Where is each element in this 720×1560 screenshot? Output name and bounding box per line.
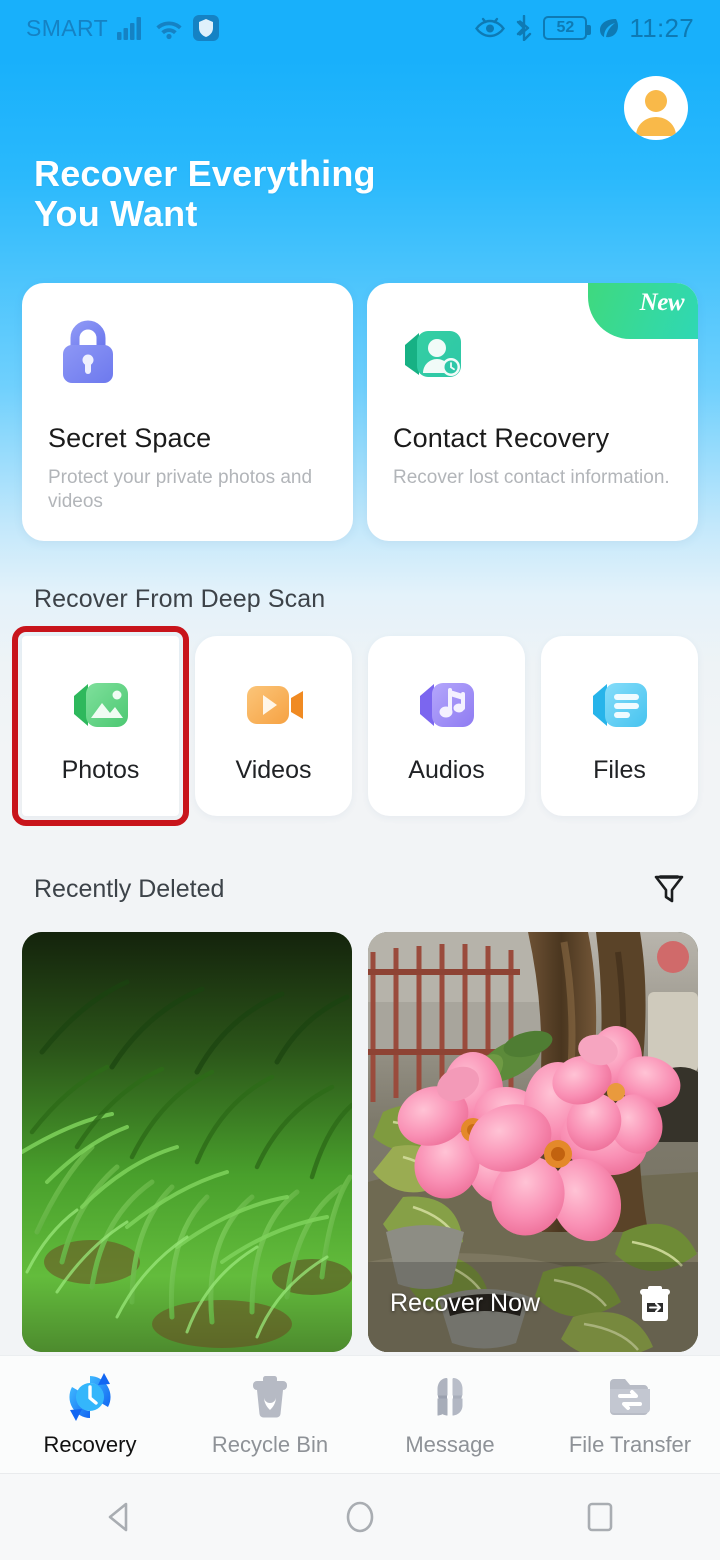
signal-bars-icon (117, 16, 145, 40)
hero-line-1: Recover Everything (34, 153, 376, 194)
tab-label: Message (405, 1432, 495, 1457)
audios-icon (410, 668, 484, 742)
back-triangle-icon[interactable] (77, 1474, 163, 1560)
battery-level-label: 52 (556, 19, 575, 36)
feature-card-subtitle: Protect your private photos and videos (48, 466, 313, 513)
power-saving-leaf-icon (597, 16, 619, 40)
videos-icon (237, 668, 311, 742)
status-badge: New (588, 282, 698, 339)
battery-icon: 52 (543, 16, 592, 40)
carrier-label: SMART (26, 14, 109, 41)
deep-scan-tile-label: Files (593, 755, 646, 784)
tab-label: File Transfer (568, 1432, 692, 1457)
deep-scan-tile-label: Audios (408, 755, 485, 784)
grass-photo (22, 932, 352, 1352)
photo-overlay: Recover Now (368, 1268, 698, 1352)
bottom-tab-bar: Recovery Recycle Bin Message File Transf… (0, 1355, 720, 1473)
status-bar-right: 52 11:27 (475, 13, 694, 44)
recently-deleted-title: Recently Deleted (34, 874, 225, 903)
recently-deleted-header: Recently Deleted (0, 816, 720, 906)
tab-recycle-bin[interactable]: Recycle Bin (180, 1371, 360, 1458)
feature-card-secret-space[interactable]: Secret Space Protect your private photos… (22, 282, 353, 541)
restore-trash-icon[interactable] (634, 1282, 676, 1324)
app-header: Recover Everything You Want (0, 56, 720, 235)
deep-scan-tile-label: Photos (61, 755, 140, 784)
tab-label: Recycle Bin (211, 1432, 329, 1457)
system-navigation-bar (0, 1473, 720, 1560)
deep-scan-tile-audios[interactable]: Audios (368, 636, 525, 816)
tab-message[interactable]: Message (360, 1371, 540, 1458)
user-avatar-icon (636, 90, 676, 136)
recents-square-icon[interactable] (557, 1474, 643, 1560)
feature-cards: Secret Space Protect your private photos… (0, 235, 720, 541)
recently-deleted-thumbnails: Recover Now (0, 906, 720, 1352)
recently-deleted-item[interactable] (22, 932, 352, 1352)
files-icon (583, 668, 657, 742)
message-clover-icon (424, 1371, 476, 1423)
deep-scan-tile-videos[interactable]: Videos (195, 636, 352, 816)
avatar[interactable] (624, 76, 688, 140)
deep-scan-tile-label: Videos (235, 755, 312, 784)
photos-icon (64, 668, 138, 742)
bluetooth-icon (515, 15, 533, 41)
feature-card-contact-recovery[interactable]: New Contact Recovery Recover lost contac… (367, 282, 698, 541)
page-title: Recover Everything You Want (34, 153, 686, 235)
file-transfer-icon (604, 1371, 656, 1423)
contact-recovery-icon (393, 313, 473, 393)
hero-line-2: You Want (34, 193, 198, 235)
recovery-clock-icon (64, 1371, 116, 1423)
clock-label: 11:27 (629, 12, 694, 43)
tab-recovery[interactable]: Recovery (0, 1371, 180, 1458)
deep-scan-tile-photos[interactable]: Photos (12, 626, 189, 826)
status-bar-left: SMART (26, 14, 220, 42)
eye-comfort-icon (475, 16, 506, 40)
tab-label: Recovery (43, 1432, 137, 1457)
deep-scan-section-title: Recover From Deep Scan (34, 585, 326, 613)
feature-card-title: Contact Recovery (393, 422, 610, 453)
deep-scan-tiles: Photos Videos Audios Files (0, 614, 720, 826)
feature-card-title: Secret Space (48, 422, 212, 453)
status-bar: SMART 52 11:27 (0, 0, 720, 56)
recently-deleted-item[interactable]: Recover Now (368, 932, 698, 1352)
recycle-bin-icon (244, 1371, 296, 1423)
app-screen: SMART 52 11:27 Recover Everything You Wa… (0, 0, 720, 1560)
tab-file-transfer[interactable]: File Transfer (540, 1371, 720, 1458)
home-circle-icon[interactable] (317, 1474, 403, 1560)
feature-card-subtitle: Recover lost contact information. (393, 466, 670, 488)
vpn-shield-icon (193, 15, 220, 41)
lock-icon (48, 313, 128, 393)
wifi-icon (154, 16, 184, 40)
filter-funnel-icon[interactable] (652, 872, 686, 906)
app-content: Recover Everything You Want Secret Space… (0, 56, 720, 1355)
deep-scan-tile-files[interactable]: Files (541, 636, 698, 816)
recover-now-button[interactable]: Recover Now (390, 1289, 540, 1318)
new-badge-label: New (639, 288, 685, 316)
